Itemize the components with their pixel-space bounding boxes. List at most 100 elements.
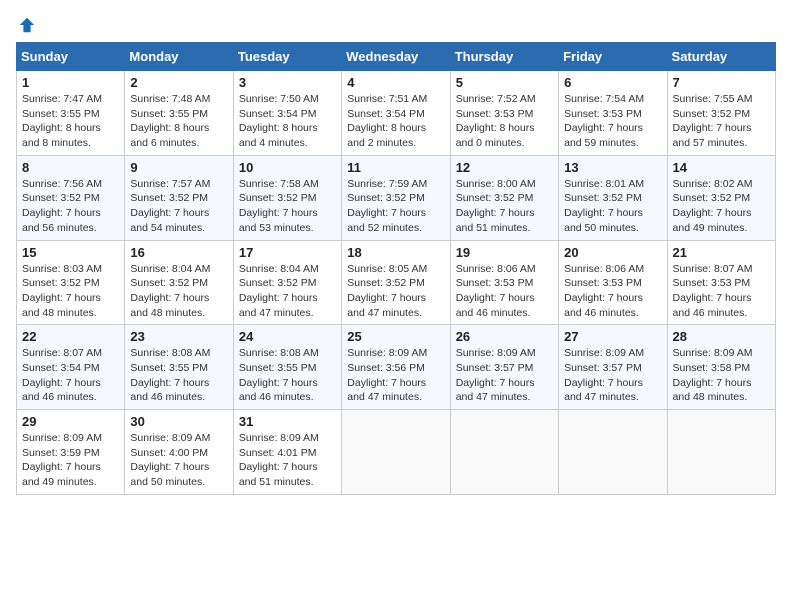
day-number: 22 xyxy=(22,329,119,344)
day-number: 17 xyxy=(239,245,336,260)
calendar-cell: 11 Sunrise: 7:59 AM Sunset: 3:52 PM Dayl… xyxy=(342,155,450,240)
day-info: Sunrise: 7:56 AM Sunset: 3:52 PM Dayligh… xyxy=(22,177,119,236)
calendar-cell: 30 Sunrise: 8:09 AM Sunset: 4:00 PM Dayl… xyxy=(125,410,233,495)
daylight-label: Daylight: 7 hours and 50 minutes. xyxy=(564,207,643,234)
day-number: 7 xyxy=(673,75,770,90)
day-number: 9 xyxy=(130,160,227,175)
sunrise-label: Sunrise: 7:56 AM xyxy=(22,178,102,190)
sunset-label: Sunset: 4:01 PM xyxy=(239,447,317,459)
daylight-label: Daylight: 7 hours and 53 minutes. xyxy=(239,207,318,234)
calendar-cell: 19 Sunrise: 8:06 AM Sunset: 3:53 PM Dayl… xyxy=(450,240,558,325)
day-number: 24 xyxy=(239,329,336,344)
calendar-cell: 26 Sunrise: 8:09 AM Sunset: 3:57 PM Dayl… xyxy=(450,325,558,410)
calendar-cell: 14 Sunrise: 8:02 AM Sunset: 3:52 PM Dayl… xyxy=(667,155,775,240)
sunset-label: Sunset: 3:52 PM xyxy=(130,277,208,289)
day-info: Sunrise: 8:02 AM Sunset: 3:52 PM Dayligh… xyxy=(673,177,770,236)
sunrise-label: Sunrise: 7:59 AM xyxy=(347,178,427,190)
day-info: Sunrise: 8:09 AM Sunset: 3:56 PM Dayligh… xyxy=(347,346,444,405)
daylight-label: Daylight: 7 hours and 46 minutes. xyxy=(239,377,318,404)
sunset-label: Sunset: 3:57 PM xyxy=(456,362,534,374)
sunrise-label: Sunrise: 7:54 AM xyxy=(564,93,644,105)
sunset-label: Sunset: 4:00 PM xyxy=(130,447,208,459)
day-info: Sunrise: 8:08 AM Sunset: 3:55 PM Dayligh… xyxy=(130,346,227,405)
day-number: 19 xyxy=(456,245,553,260)
calendar-cell: 12 Sunrise: 8:00 AM Sunset: 3:52 PM Dayl… xyxy=(450,155,558,240)
daylight-label: Daylight: 7 hours and 48 minutes. xyxy=(130,292,209,319)
calendar-cell xyxy=(342,410,450,495)
day-number: 1 xyxy=(22,75,119,90)
sunset-label: Sunset: 3:58 PM xyxy=(673,362,751,374)
day-info: Sunrise: 7:50 AM Sunset: 3:54 PM Dayligh… xyxy=(239,92,336,151)
sunrise-label: Sunrise: 8:03 AM xyxy=(22,263,102,275)
weekday-header: Friday xyxy=(559,43,667,71)
sunrise-label: Sunrise: 8:09 AM xyxy=(130,432,210,444)
day-info: Sunrise: 7:58 AM Sunset: 3:52 PM Dayligh… xyxy=(239,177,336,236)
calendar-cell: 4 Sunrise: 7:51 AM Sunset: 3:54 PM Dayli… xyxy=(342,71,450,156)
calendar-header-row: SundayMondayTuesdayWednesdayThursdayFrid… xyxy=(17,43,776,71)
calendar-week-row: 8 Sunrise: 7:56 AM Sunset: 3:52 PM Dayli… xyxy=(17,155,776,240)
sunset-label: Sunset: 3:52 PM xyxy=(239,192,317,204)
sunrise-label: Sunrise: 8:02 AM xyxy=(673,178,753,190)
calendar-cell: 23 Sunrise: 8:08 AM Sunset: 3:55 PM Dayl… xyxy=(125,325,233,410)
weekday-header: Sunday xyxy=(17,43,125,71)
day-number: 8 xyxy=(22,160,119,175)
calendar-cell: 25 Sunrise: 8:09 AM Sunset: 3:56 PM Dayl… xyxy=(342,325,450,410)
calendar-cell: 7 Sunrise: 7:55 AM Sunset: 3:52 PM Dayli… xyxy=(667,71,775,156)
daylight-label: Daylight: 7 hours and 49 minutes. xyxy=(673,207,752,234)
day-info: Sunrise: 8:01 AM Sunset: 3:52 PM Dayligh… xyxy=(564,177,661,236)
logo xyxy=(16,16,36,34)
day-number: 30 xyxy=(130,414,227,429)
daylight-label: Daylight: 8 hours and 0 minutes. xyxy=(456,122,535,149)
sunset-label: Sunset: 3:52 PM xyxy=(22,192,100,204)
daylight-label: Daylight: 7 hours and 54 minutes. xyxy=(130,207,209,234)
daylight-label: Daylight: 7 hours and 47 minutes. xyxy=(347,292,426,319)
day-number: 11 xyxy=(347,160,444,175)
calendar-week-row: 1 Sunrise: 7:47 AM Sunset: 3:55 PM Dayli… xyxy=(17,71,776,156)
weekday-header: Monday xyxy=(125,43,233,71)
sunset-label: Sunset: 3:55 PM xyxy=(130,362,208,374)
calendar-cell: 9 Sunrise: 7:57 AM Sunset: 3:52 PM Dayli… xyxy=(125,155,233,240)
calendar-week-row: 29 Sunrise: 8:09 AM Sunset: 3:59 PM Dayl… xyxy=(17,410,776,495)
sunset-label: Sunset: 3:52 PM xyxy=(130,192,208,204)
weekday-header: Thursday xyxy=(450,43,558,71)
day-number: 4 xyxy=(347,75,444,90)
sunset-label: Sunset: 3:53 PM xyxy=(456,277,534,289)
sunrise-label: Sunrise: 7:50 AM xyxy=(239,93,319,105)
day-info: Sunrise: 8:04 AM Sunset: 3:52 PM Dayligh… xyxy=(130,262,227,321)
calendar-cell: 1 Sunrise: 7:47 AM Sunset: 3:55 PM Dayli… xyxy=(17,71,125,156)
sunset-label: Sunset: 3:54 PM xyxy=(22,362,100,374)
sunrise-label: Sunrise: 8:04 AM xyxy=(239,263,319,275)
daylight-label: Daylight: 7 hours and 59 minutes. xyxy=(564,122,643,149)
sunrise-label: Sunrise: 8:01 AM xyxy=(564,178,644,190)
day-number: 10 xyxy=(239,160,336,175)
calendar-cell: 8 Sunrise: 7:56 AM Sunset: 3:52 PM Dayli… xyxy=(17,155,125,240)
daylight-label: Daylight: 7 hours and 56 minutes. xyxy=(22,207,101,234)
day-number: 27 xyxy=(564,329,661,344)
sunset-label: Sunset: 3:55 PM xyxy=(239,362,317,374)
day-number: 26 xyxy=(456,329,553,344)
calendar-cell: 16 Sunrise: 8:04 AM Sunset: 3:52 PM Dayl… xyxy=(125,240,233,325)
day-info: Sunrise: 7:52 AM Sunset: 3:53 PM Dayligh… xyxy=(456,92,553,151)
sunrise-label: Sunrise: 8:08 AM xyxy=(130,347,210,359)
calendar-cell: 27 Sunrise: 8:09 AM Sunset: 3:57 PM Dayl… xyxy=(559,325,667,410)
sunset-label: Sunset: 3:52 PM xyxy=(456,192,534,204)
sunset-label: Sunset: 3:52 PM xyxy=(22,277,100,289)
sunrise-label: Sunrise: 8:07 AM xyxy=(673,263,753,275)
calendar-cell: 3 Sunrise: 7:50 AM Sunset: 3:54 PM Dayli… xyxy=(233,71,341,156)
logo-icon xyxy=(18,16,36,34)
sunrise-label: Sunrise: 8:09 AM xyxy=(673,347,753,359)
day-number: 29 xyxy=(22,414,119,429)
calendar-cell: 6 Sunrise: 7:54 AM Sunset: 3:53 PM Dayli… xyxy=(559,71,667,156)
daylight-label: Daylight: 7 hours and 46 minutes. xyxy=(130,377,209,404)
sunset-label: Sunset: 3:52 PM xyxy=(673,108,751,120)
calendar-cell: 2 Sunrise: 7:48 AM Sunset: 3:55 PM Dayli… xyxy=(125,71,233,156)
sunset-label: Sunset: 3:54 PM xyxy=(239,108,317,120)
sunrise-label: Sunrise: 7:47 AM xyxy=(22,93,102,105)
sunset-label: Sunset: 3:54 PM xyxy=(347,108,425,120)
sunrise-label: Sunrise: 8:04 AM xyxy=(130,263,210,275)
day-number: 15 xyxy=(22,245,119,260)
sunrise-label: Sunrise: 8:09 AM xyxy=(456,347,536,359)
day-info: Sunrise: 7:55 AM Sunset: 3:52 PM Dayligh… xyxy=(673,92,770,151)
sunrise-label: Sunrise: 8:09 AM xyxy=(347,347,427,359)
calendar-cell: 18 Sunrise: 8:05 AM Sunset: 3:52 PM Dayl… xyxy=(342,240,450,325)
